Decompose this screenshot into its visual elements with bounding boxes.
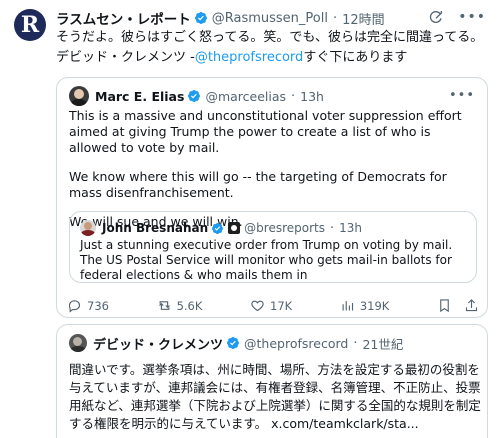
action-bar: 736 5.6K 17K 319K <box>67 298 479 313</box>
mention-link[interactable]: @theprofsrecord <box>195 50 303 65</box>
nested-display-name[interactable]: John Bresnahan <box>102 221 208 235</box>
verified-badge-icon <box>212 222 224 234</box>
more-icon[interactable]: ••• <box>449 88 475 103</box>
separator-dot: · <box>291 88 296 104</box>
separator-dot: · <box>332 10 338 26</box>
quoted-timestamp[interactable]: 13h <box>300 89 324 104</box>
share-icon[interactable] <box>464 298 479 313</box>
top-actions: ••• <box>428 9 486 25</box>
avatar[interactable] <box>69 334 87 352</box>
nested-quoted-tweet[interactable]: John Bresnahan @bresreports · 13h Just a… <box>69 211 477 283</box>
display-name[interactable]: ラスムセン・レポート <box>56 8 191 28</box>
separator-dot: · <box>353 335 358 351</box>
nested-tweet-text: Just a stunning executive order from Tru… <box>80 238 453 282</box>
second-quoted-timestamp[interactable]: 21世紀 <box>362 334 403 353</box>
repost-icon <box>158 301 170 310</box>
action-bar-right <box>437 298 479 313</box>
timestamp[interactable]: 12時間 <box>342 9 385 28</box>
affiliate-badge-icon <box>228 222 241 234</box>
nested-timestamp[interactable]: 13h <box>339 221 362 235</box>
second-quoted-tweet-card[interactable]: デビッド・クレメンツ @theprofsrecord · 21世紀 間違いです。… <box>56 324 488 438</box>
avatar-letter: R <box>20 12 40 38</box>
second-quoted-handle[interactable]: @theprofsrecord <box>244 336 348 351</box>
repost-button[interactable]: 5.6K <box>157 298 203 313</box>
quoted-tweet-card[interactable]: Marc E. Elias @marceelias · 13h ••• This… <box>56 77 488 318</box>
second-quoted-display-name[interactable]: デビッド・クレメンツ <box>93 334 223 353</box>
repost-count: 5.6K <box>176 298 203 313</box>
quoted-paragraph: This is a massive and unconstitutional v… <box>69 108 462 155</box>
views-icon <box>342 301 353 311</box>
second-quoted-text: 間違いです。選挙条項は、州に時間、場所、方法を設定する最初の役割を与えていますが… <box>69 362 481 431</box>
nested-tweet-header: John Bresnahan @bresreports · 13h <box>102 218 362 238</box>
verified-badge-icon <box>194 12 207 24</box>
like-icon <box>251 300 264 312</box>
second-quoted-header: デビッド・クレメンツ @theprofsrecord · 21世紀 <box>93 333 403 353</box>
handle[interactable]: @Rasmussen_Poll <box>212 11 328 26</box>
verified-badge-icon <box>227 337 239 349</box>
views-count: 319K <box>359 298 390 313</box>
verified-badge-icon <box>188 90 201 102</box>
reply-count: 736 <box>87 298 109 313</box>
reply-button[interactable]: 736 <box>67 298 109 313</box>
reply-icon <box>68 300 81 313</box>
more-icon[interactable]: ••• <box>458 10 486 24</box>
separator-dot: · <box>329 220 335 236</box>
views-button[interactable]: 319K <box>340 298 390 313</box>
tweet-header: ラスムセン・レポート @Rasmussen_Poll · 12時間 <box>56 8 385 29</box>
grok-icon[interactable] <box>428 9 444 25</box>
avatar[interactable] <box>69 86 89 106</box>
quoted-handle[interactable]: @marceelias <box>205 89 286 104</box>
tweet-text-part2: すぐ下にあります <box>303 50 408 65</box>
avatar[interactable] <box>80 220 96 236</box>
quoted-display-name[interactable]: Marc E. Elias <box>95 89 184 104</box>
tweet-text: そうだよ。彼らはすごく怒ってる。笑。でも、彼らは完全に間違ってる。デビッド・クレ… <box>56 28 488 68</box>
like-button[interactable]: 17K <box>250 298 292 313</box>
main-tweet: R ラスムセン・レポート @Rasmussen_Poll · 12時間 ••• … <box>0 0 500 438</box>
bookmark-icon[interactable] <box>437 298 452 313</box>
avatar[interactable]: R <box>14 9 46 41</box>
quoted-paragraph: We know where this will go -- the target… <box>69 169 447 200</box>
quoted-tweet-header: Marc E. Elias @marceelias · 13h <box>95 86 324 106</box>
nested-handle[interactable]: @bresreports <box>244 221 325 235</box>
like-count: 17K <box>270 298 293 313</box>
